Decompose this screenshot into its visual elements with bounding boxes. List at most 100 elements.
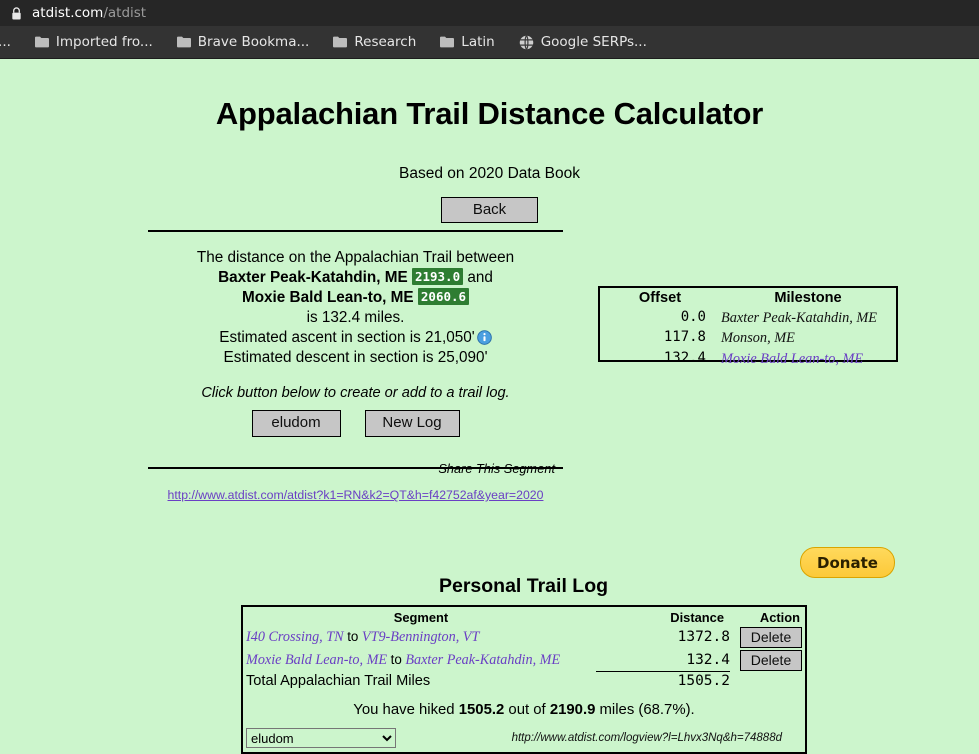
summary-from-line: Baxter Peak-Katahdin, ME 2193.0 and xyxy=(148,268,563,288)
trail-log-header-row: Segment Distance Action xyxy=(246,609,802,626)
milestone-offset: 0.0 xyxy=(680,309,706,326)
browser-chrome: atdist.com/atdist o... Imported fro... B… xyxy=(0,0,979,59)
trail-log-segment: I40 Crossing, TN to VT9-Bennington, VT xyxy=(246,626,596,649)
folder-icon xyxy=(176,36,191,48)
trail-log-total-label: Total Appalachian Trail Miles xyxy=(246,673,431,690)
bookmark-item[interactable]: o... xyxy=(0,26,23,58)
milestone-table: Offset Milestone 0.0 Baxter Peak-Katahdi… xyxy=(600,288,896,369)
trail-log-table: Segment Distance Action I40 Crossing, TN… xyxy=(246,609,802,691)
hiked-prefix: You have hiked xyxy=(353,702,455,719)
lock-icon xyxy=(10,6,23,21)
trail-log-total-row: Total Appalachian Trail Miles 1505.2 xyxy=(246,671,802,691)
milestone-name: Baxter Peak-Katahdin, ME xyxy=(721,310,878,326)
new-log-button[interactable]: New Log xyxy=(364,410,460,437)
trail-log-total-spacer xyxy=(730,672,802,691)
milestone-offset: 117.8 xyxy=(663,329,706,346)
share-segment-link[interactable]: http://www.atdist.com/atdist?k1=RN&k2=QT… xyxy=(148,487,563,503)
segment-connector: to xyxy=(347,628,359,644)
trail-log-total-value: 1505.2 xyxy=(596,671,730,691)
donate-button[interactable]: Donate xyxy=(800,547,895,578)
bookmark-item[interactable]: Imported fro... xyxy=(23,26,165,58)
url-path: /atdist xyxy=(103,5,147,21)
distance-summary: The distance on the Appalachian Trail be… xyxy=(148,248,563,503)
globe-icon xyxy=(519,34,534,50)
bookmark-item[interactable]: Brave Bookma... xyxy=(165,26,322,58)
segment-connector: to xyxy=(390,651,402,667)
existing-log-button[interactable]: eludom xyxy=(251,410,341,437)
back-button-wrapper: Back xyxy=(0,197,979,224)
table-row: 132.4 Moxie Bald Lean-to, ME xyxy=(600,349,896,369)
bookmark-label: o... xyxy=(0,34,11,50)
ascent-text: Estimated ascent in section is 21,050' xyxy=(219,329,475,347)
hiked-total: 2190.9 xyxy=(549,702,596,719)
milestone-header-offset: Offset xyxy=(638,290,682,306)
hiked-mid: out of xyxy=(508,702,546,719)
bookmark-label: Latin xyxy=(461,34,495,50)
folder-icon xyxy=(34,36,49,48)
share-segment-label: Share This Segment xyxy=(438,460,555,476)
url-host: atdist.com xyxy=(32,5,104,21)
milestone-name: Monson, ME xyxy=(721,330,795,347)
milestone-offset: 132.4 xyxy=(663,349,706,366)
trail-log-header-action: Action xyxy=(759,610,800,625)
table-row: I40 Crossing, TN to VT9-Bennington, VT 1… xyxy=(246,626,802,649)
info-icon[interactable] xyxy=(476,330,492,345)
trail-log-segment: Moxie Bald Lean-to, ME to Baxter Peak-Ka… xyxy=(246,649,596,672)
trail-log-container: Segment Distance Action I40 Crossing, TN… xyxy=(241,605,807,754)
milestone-header-row: Offset Milestone xyxy=(600,288,896,308)
delete-button[interactable]: Delete xyxy=(740,649,802,671)
summary-ascent-line: Estimated ascent in section is 21,050' xyxy=(148,328,563,348)
bookmark-item[interactable]: Google SERPs... xyxy=(507,26,659,58)
folder-icon xyxy=(440,36,455,48)
summary-distance: is 132.4 miles. xyxy=(306,309,405,327)
trail-log-action: Delete xyxy=(730,626,802,649)
trail-log-action: Delete xyxy=(730,649,802,672)
bookmark-item[interactable]: Research xyxy=(321,26,428,58)
trail-log-distance: 1372.8 xyxy=(677,629,730,646)
segment-end-link[interactable]: VT9-Bennington, VT xyxy=(362,629,479,645)
bookmark-label: Research xyxy=(354,34,417,50)
trail-log-header-distance: Distance xyxy=(670,610,724,625)
divider-top xyxy=(148,230,563,232)
summary-to-line: Moxie Bald Lean-to, ME 2060.6 xyxy=(148,288,563,308)
trail-log-footer: eludom http://www.atdist.com/logview?l=L… xyxy=(246,718,802,749)
bookmark-label: Brave Bookma... xyxy=(197,34,310,50)
to-offset-badge: 2060.6 xyxy=(417,288,470,306)
log-buttons: eludom New Log xyxy=(148,410,563,437)
folder-icon xyxy=(333,36,348,48)
log-select[interactable]: eludom xyxy=(246,728,396,749)
trail-log-header-segment: Segment xyxy=(393,610,449,625)
hiked-summary: You have hiked 1505.2 out of 2190.9 mile… xyxy=(246,690,802,718)
from-milestone-name: Baxter Peak-Katahdin, ME xyxy=(218,269,408,287)
page-subtitle: Based on 2020 Data Book xyxy=(399,165,580,182)
hiked-suffix: miles (68.7%). xyxy=(599,702,695,719)
bookmark-item[interactable]: Latin xyxy=(428,26,506,58)
back-button[interactable]: Back xyxy=(441,197,538,224)
table-row: 0.0 Baxter Peak-Katahdin, ME xyxy=(600,308,896,328)
table-row: Moxie Bald Lean-to, ME to Baxter Peak-Ka… xyxy=(246,649,802,672)
milestone-name-link[interactable]: Moxie Bald Lean-to, ME xyxy=(720,349,896,369)
page-content: Appalachian Trail Distance Calculator Ba… xyxy=(0,59,979,754)
segment-end-link[interactable]: Baxter Peak-Katahdin, ME xyxy=(405,652,560,668)
trail-log-title: Personal Trail Log xyxy=(438,575,609,597)
conjunction: and xyxy=(467,269,493,287)
hiked-value: 1505.2 xyxy=(458,702,505,719)
to-milestone-name: Moxie Bald Lean-to, ME xyxy=(241,289,414,307)
summary-intro: The distance on the Appalachian Trail be… xyxy=(196,249,515,266)
bookmarks-bar: o... Imported fro... Brave Bookma... Res… xyxy=(0,26,979,59)
from-offset-badge: 2193.0 xyxy=(411,268,464,286)
address-bar[interactable]: atdist.com/atdist xyxy=(0,0,979,26)
segment-start-link[interactable]: I40 Crossing, TN xyxy=(246,629,344,645)
log-view-url: http://www.atdist.com/logview?l=Lhvx3Nq&… xyxy=(511,732,782,745)
trail-log-distance: 132.4 xyxy=(686,652,730,669)
table-row: 117.8 Monson, ME xyxy=(600,328,896,348)
milestone-table-container: Offset Milestone 0.0 Baxter Peak-Katahdi… xyxy=(598,286,898,367)
log-hint: Click button below to create or add to a… xyxy=(201,385,510,402)
segment-start-link[interactable]: Moxie Bald Lean-to, ME xyxy=(246,652,387,668)
bookmark-label: Google SERPs... xyxy=(540,34,647,50)
delete-button[interactable]: Delete xyxy=(740,627,802,648)
summary-descent-line: Estimated descent in section is 25,090' xyxy=(223,349,488,367)
milestone-header-name: Milestone xyxy=(774,290,842,306)
page-title: Appalachian Trail Distance Calculator xyxy=(215,96,764,131)
bookmark-label: Imported fro... xyxy=(55,34,153,50)
